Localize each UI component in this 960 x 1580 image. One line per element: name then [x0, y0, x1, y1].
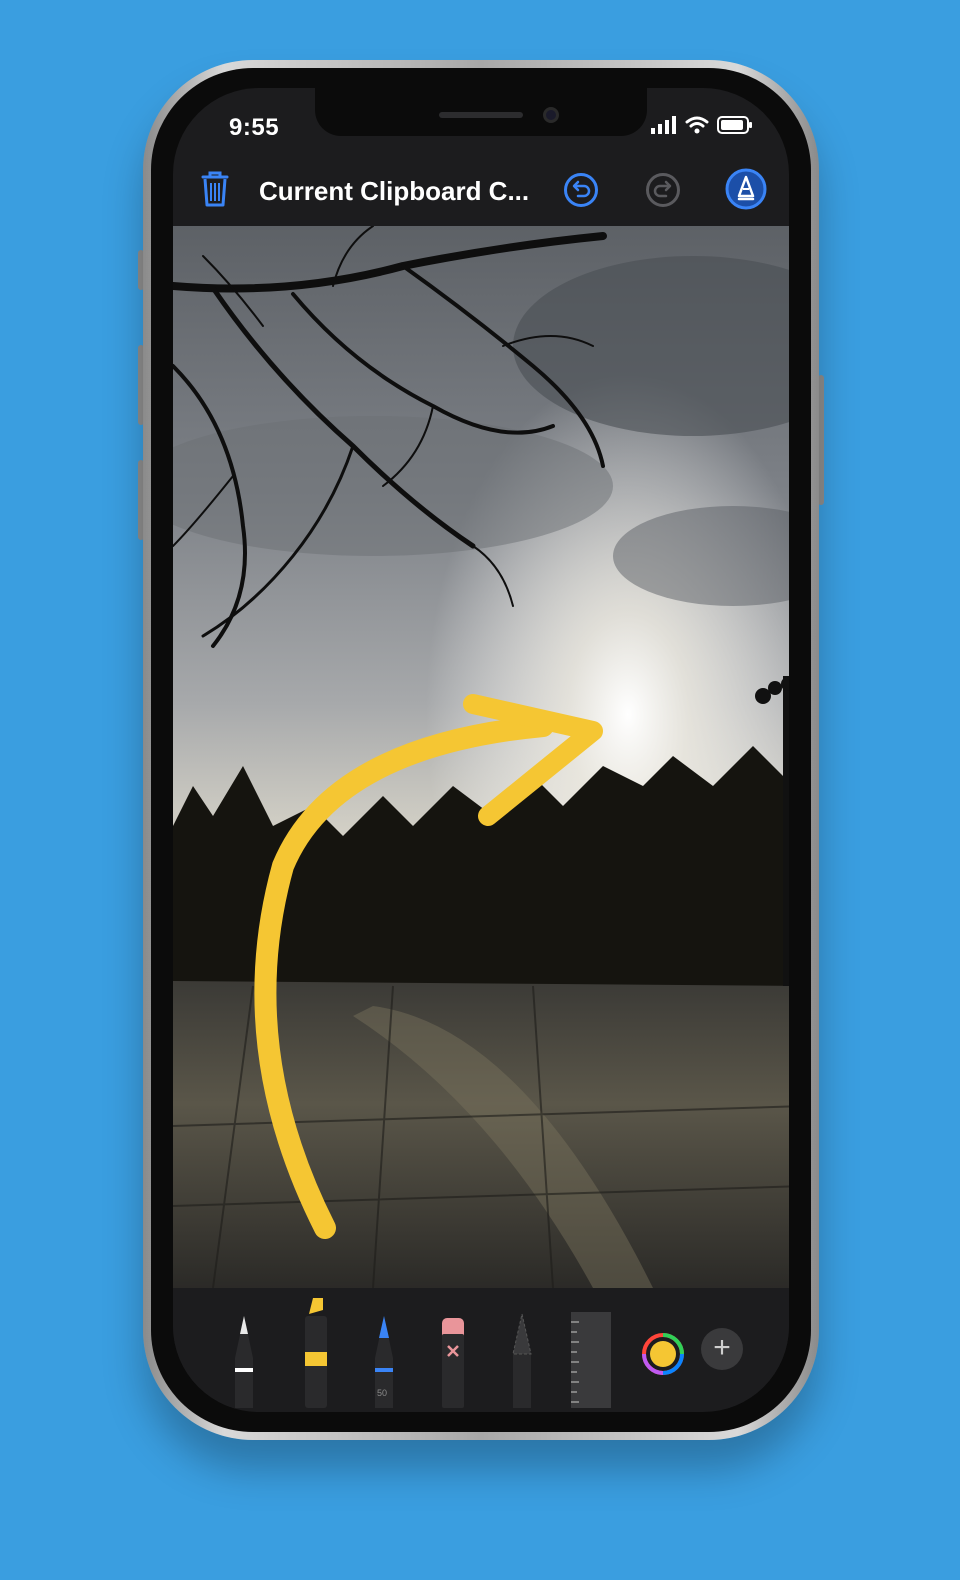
redo-icon[interactable] — [645, 172, 681, 208]
wifi-icon — [685, 116, 709, 134]
speaker — [439, 112, 523, 118]
drawing-canvas[interactable] — [173, 226, 789, 1288]
ruler-tool-icon[interactable] — [569, 1312, 613, 1408]
pen-size-label: 50 — [377, 1388, 388, 1398]
color-picker-icon[interactable] — [641, 1332, 685, 1376]
document-title: Current Clipboard C... — [259, 176, 530, 206]
phone-frame: 9:55 Current Clipboard C... 50 + — [143, 60, 819, 1440]
phone-bezel: 9:55 Current Clipboard C... 50 + — [151, 68, 811, 1432]
eraser-tool-icon[interactable] — [437, 1308, 469, 1408]
undo-icon[interactable] — [563, 172, 599, 208]
lasso-tool-icon[interactable] — [507, 1308, 537, 1408]
highlighter-tool-icon[interactable] — [299, 1298, 333, 1408]
notch — [315, 88, 647, 136]
front-camera — [543, 107, 559, 123]
plus-icon: + — [713, 1331, 731, 1364]
pen-tool-icon[interactable] — [229, 1308, 259, 1408]
trash-icon[interactable] — [197, 168, 233, 208]
top-toolbar: Current Clipboard C... — [173, 158, 789, 224]
tool-palette: 50 + — [173, 1288, 789, 1408]
markup-pen-icon[interactable] — [725, 168, 767, 210]
battery-icon — [717, 116, 752, 134]
status-time: 9:55 — [229, 114, 280, 141]
cellular-signal-icon — [651, 116, 676, 134]
status-icons — [651, 116, 753, 134]
phone-screen: 9:55 Current Clipboard C... 50 + — [173, 88, 789, 1412]
add-button[interactable]: + — [701, 1328, 743, 1370]
photo-image — [173, 226, 789, 1288]
